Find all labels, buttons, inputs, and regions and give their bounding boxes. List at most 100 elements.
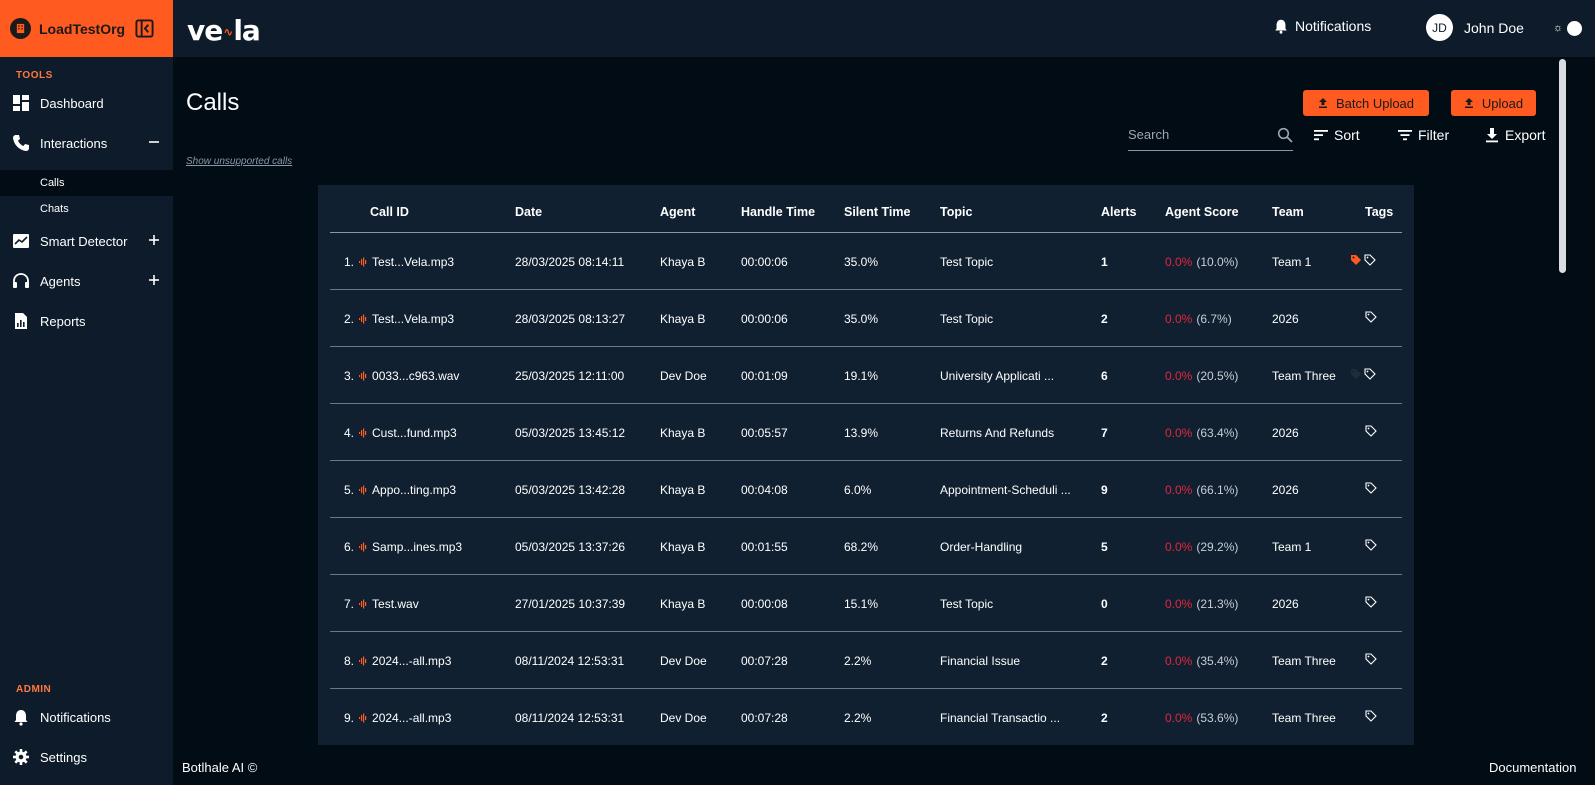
tag-outline-icon[interactable] — [1365, 710, 1377, 722]
row-number: 9. — [344, 711, 355, 725]
logo-text-right: la — [233, 14, 260, 47]
tag-outline-icon[interactable] — [1364, 368, 1376, 380]
call-id-cell[interactable]: 3. 0033...c963.wav — [344, 369, 459, 383]
call-id-cell[interactable]: 5. Appo...ting.mp3 — [344, 483, 456, 497]
table-row[interactable]: 4. Cust...fund.mp3 05/03/2025 13:45:12 Khay… — [330, 404, 1402, 461]
agent-score-cell: 0.0% (6.7%) — [1165, 312, 1232, 326]
tag-outline-icon[interactable] — [1365, 653, 1377, 665]
date-cell: 08/11/2024 12:53:31 — [515, 654, 625, 668]
column-header-alerts[interactable]: Alerts — [1101, 205, 1136, 219]
topic-cell: Appointment-Scheduli ... — [940, 483, 1071, 497]
tags-cell[interactable] — [1365, 710, 1379, 722]
column-header-tags[interactable]: Tags — [1365, 205, 1393, 219]
table-row[interactable]: 1. Test...Vela.mp3 28/03/2025 08:14:11 Khay… — [330, 233, 1402, 290]
table-row[interactable]: 8. 2024...-all.mp3 08/11/2024 12:53:31 Dev … — [330, 632, 1402, 689]
agent-score-cell: 0.0% (53.6%) — [1165, 711, 1238, 725]
tag-outline-icon[interactable] — [1365, 539, 1377, 551]
team-cell: Team Three — [1272, 711, 1336, 725]
sidebar-subitem-chats[interactable]: Chats — [0, 196, 173, 222]
column-header-handle-time[interactable]: Handle Time — [741, 205, 815, 219]
tag-outline-icon[interactable] — [1365, 311, 1377, 323]
tags-cell[interactable] — [1365, 311, 1379, 323]
tags-cell[interactable] — [1365, 482, 1379, 494]
topic-cell: Financial Issue — [940, 654, 1021, 668]
upload-button[interactable]: Upload — [1451, 90, 1536, 116]
sidebar-item-agents[interactable]: Agents — [0, 261, 173, 301]
avatar[interactable]: JD — [1426, 14, 1453, 41]
sidebar-item-notifications[interactable]: Notifications — [0, 697, 173, 737]
call-id-cell[interactable]: 4. Cust...fund.mp3 — [344, 426, 457, 440]
call-id-cell[interactable]: 9. 2024...-all.mp3 — [344, 711, 451, 725]
call-id-cell[interactable]: 1. Test...Vela.mp3 — [344, 255, 454, 269]
sidebar-item-reports[interactable]: Reports — [0, 301, 173, 341]
filter-button[interactable]: Filter — [1397, 127, 1449, 143]
tags-cell[interactable] — [1365, 596, 1379, 608]
collapse-minus-icon[interactable] — [147, 135, 161, 149]
call-id-cell[interactable]: 7. Test.wav — [344, 597, 419, 611]
documentation-link[interactable]: Documentation — [1489, 760, 1576, 775]
notifications-label: Notifications — [1295, 18, 1372, 34]
admin-section-label: ADMIN — [16, 684, 52, 695]
column-header-team[interactable]: Team — [1272, 205, 1304, 219]
page-title: Calls — [186, 89, 240, 116]
date-cell: 27/01/2025 10:37:39 — [515, 597, 626, 611]
batch-upload-button[interactable]: Batch Upload — [1303, 90, 1429, 116]
call-id-cell[interactable]: 2. Test...Vela.mp3 — [344, 312, 454, 326]
header-notifications-button[interactable]: Notifications — [1273, 18, 1371, 34]
sidebar-item-label: Notifications — [40, 709, 111, 725]
theme-toggle[interactable]: ☼ — [1553, 19, 1587, 37]
table-row[interactable]: 2. Test...Vela.mp3 28/03/2025 08:13:27 Khay… — [330, 290, 1402, 347]
tag-filled-icon[interactable] — [1350, 368, 1362, 380]
sort-button[interactable]: Sort — [1313, 127, 1360, 143]
tag-filled-icon[interactable] — [1350, 254, 1362, 266]
waveform-icon: ∿ — [223, 25, 233, 39]
sort-label: Sort — [1334, 127, 1360, 143]
tag-outline-icon[interactable] — [1365, 425, 1377, 437]
building-icon — [10, 18, 31, 39]
sidebar-collapse-icon[interactable] — [135, 19, 154, 38]
tag-outline-icon[interactable] — [1365, 482, 1377, 494]
sidebar-item-dashboard[interactable]: Dashboard — [0, 83, 173, 123]
search-input[interactable] — [1128, 127, 1263, 142]
column-header-date[interactable]: Date — [515, 205, 542, 219]
sidebar-item-smart-detector[interactable]: Smart Detector — [0, 221, 173, 261]
date-cell: 08/11/2024 12:53:31 — [515, 711, 625, 725]
tags-cell[interactable] — [1350, 254, 1378, 266]
sidebar-subitem-calls[interactable]: Calls — [0, 170, 173, 196]
search-icon[interactable] — [1277, 127, 1293, 143]
table-row[interactable]: 5. Appo...ting.mp3 05/03/2025 13:42:28 Khay… — [330, 461, 1402, 518]
table-row[interactable]: 7. Test.wav 27/01/2025 10:37:39 Khaya B 00:0… — [330, 575, 1402, 632]
row-number: 6. — [344, 540, 355, 554]
tag-outline-icon[interactable] — [1364, 254, 1376, 266]
expand-plus-icon[interactable] — [147, 233, 161, 247]
table-row[interactable]: 3. 0033...c963.wav 25/03/2025 12:11:00 Dev … — [330, 347, 1402, 404]
expand-plus-icon[interactable] — [147, 273, 161, 287]
tags-cell[interactable] — [1350, 368, 1378, 380]
table-row[interactable]: 6. Samp...ines.mp3 05/03/2025 13:37:26 Khay… — [330, 518, 1402, 575]
tags-cell[interactable] — [1365, 539, 1379, 551]
call-id-cell[interactable]: 8. 2024...-all.mp3 — [344, 654, 451, 668]
call-id-cell[interactable]: 6. Samp...ines.mp3 — [344, 540, 462, 554]
vela-logo[interactable]: ve∿la — [187, 14, 261, 47]
toggle-knob — [1567, 20, 1583, 36]
tags-cell[interactable] — [1365, 425, 1379, 437]
handle-cell: 00:01:55 — [741, 540, 788, 554]
scrollbar-thumb[interactable] — [1559, 59, 1566, 273]
sidebar-item-settings[interactable]: Settings — [0, 737, 173, 777]
sidebar-item-interactions[interactable]: Interactions — [0, 123, 173, 163]
tag-outline-icon[interactable] — [1365, 596, 1377, 608]
date-cell: 05/03/2025 13:37:26 — [515, 540, 626, 554]
column-header-topic[interactable]: Topic — [940, 205, 972, 219]
table-row[interactable]: 9. 2024...-all.mp3 08/11/2024 12:53:31 Dev … — [330, 689, 1402, 745]
team-cell: Team 1 — [1272, 540, 1312, 554]
username[interactable]: John Doe — [1464, 20, 1524, 36]
column-header-silent-time[interactable]: Silent Time — [844, 205, 910, 219]
upload-icon — [1318, 98, 1327, 108]
column-header-agent-score[interactable]: Agent Score — [1165, 205, 1239, 219]
column-header-call-id[interactable]: Call ID — [370, 205, 409, 219]
export-button[interactable]: Export — [1484, 127, 1545, 143]
tags-cell[interactable] — [1365, 653, 1379, 665]
show-unsupported-calls-link[interactable]: Show unsupported calls — [186, 156, 292, 167]
alerts-cell: 5 — [1101, 540, 1108, 554]
column-header-agent[interactable]: Agent — [660, 205, 695, 219]
